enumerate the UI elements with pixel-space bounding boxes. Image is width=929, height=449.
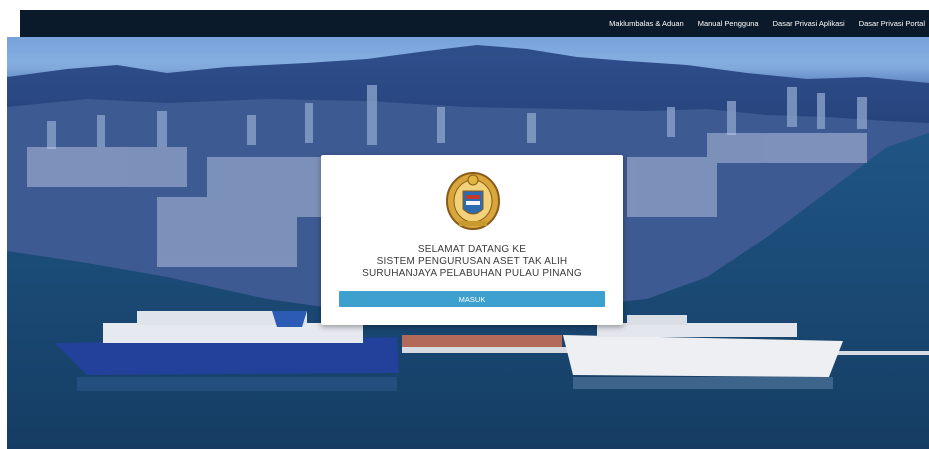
- top-navbar: Maklumbalas & Aduan Manual Pengguna Dasa…: [20, 10, 929, 37]
- masuk-button[interactable]: MASUK: [339, 291, 605, 307]
- welcome-line-2: SISTEM PENGURUSAN ASET TAK ALIH: [376, 256, 568, 267]
- nav-link-privasi-portal[interactable]: Dasar Privasi Portal: [859, 19, 925, 28]
- welcome-line-3: SURUHANJAYA PELABUHAN PULAU PINANG: [362, 268, 582, 279]
- page: Maklumbalas & Aduan Manual Pengguna Dasa…: [0, 0, 929, 449]
- nav-link-maklumbalas[interactable]: Maklumbalas & Aduan: [609, 19, 684, 28]
- nav-link-privasi-aplikasi[interactable]: Dasar Privasi Aplikasi: [773, 19, 845, 28]
- coat-of-arms-icon: [446, 172, 500, 230]
- nav-link-manual[interactable]: Manual Pengguna: [698, 19, 759, 28]
- welcome-line-1: SELAMAT DATANG KE: [417, 244, 527, 255]
- login-card: SELAMAT DATANG KE SISTEM PENGURUSAN ASET…: [321, 155, 623, 325]
